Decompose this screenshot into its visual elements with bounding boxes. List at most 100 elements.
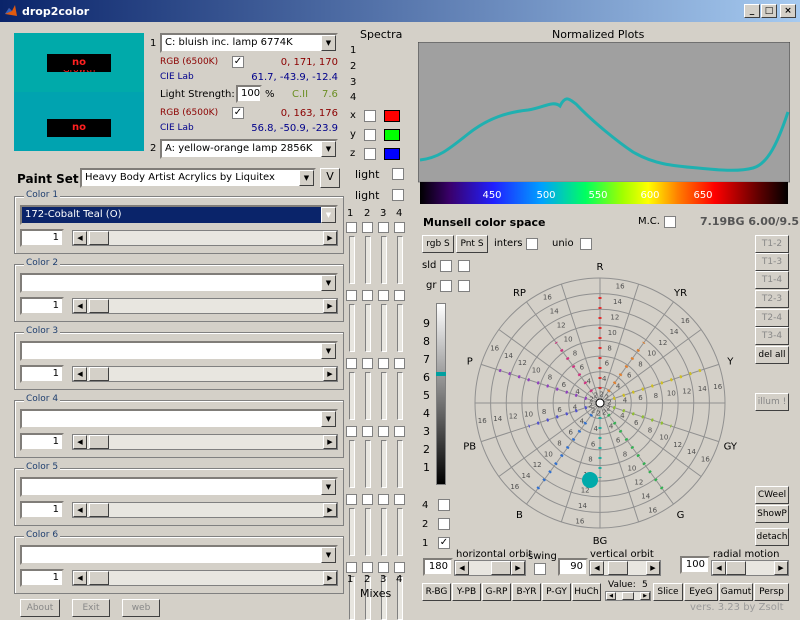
radial-motion-input[interactable]: 100 [680,556,710,574]
rgb-s-button[interactable]: rgb S [422,235,454,253]
v-orbit-input[interactable]: 90 [558,558,588,576]
mode-checkbox-1[interactable]: ✓ [438,537,450,549]
color-select-5[interactable]: ▼ [20,477,338,497]
side-button-cweel[interactable]: CWeel [755,486,789,504]
view-button-b-yr[interactable]: B-YR [512,583,541,601]
left-arrow-icon[interactable]: ◀ [712,561,726,575]
mix-slider-r4-c4[interactable] [397,440,403,488]
left-arrow-icon[interactable]: ◀ [73,435,87,449]
mix-slider-r2-c4[interactable] [397,304,403,352]
view-button-p-gy[interactable]: P-GY [542,583,571,601]
light-strength-input[interactable]: 100 [236,85,262,103]
mix-slider-r4-c3[interactable] [381,440,387,488]
color-select-3[interactable]: ▼ [20,341,338,361]
mix-checkbox-r2-c1[interactable] [346,290,357,301]
mode-checkbox-4[interactable] [438,499,450,511]
mix-checkbox-r5-c1[interactable] [346,494,357,505]
left-arrow-icon[interactable]: ◀ [455,561,469,575]
mix-checkbox-r3-c1[interactable] [346,358,357,369]
left-arrow-icon[interactable]: ◀ [73,231,87,245]
color-amount-slider-1[interactable]: ◀ ▶ [72,230,338,246]
side-button-detach[interactable]: detach [755,528,789,546]
right-arrow-icon[interactable]: ▶ [323,435,337,449]
slider-thumb[interactable] [622,592,634,600]
spectra-light2-checkbox[interactable] [392,189,404,201]
mix-slider-r5-c3[interactable] [381,508,387,556]
paint-set-v-button[interactable]: V [320,168,340,188]
mode-button-gamut[interactable]: Gamut [719,583,753,601]
spectra-x-checkbox[interactable] [364,110,376,122]
mix-slider-r1-c2[interactable] [365,236,371,284]
light1-lamp-select[interactable]: C: bluish inc. lamp 6774K ▼ [160,33,338,53]
side-button-t1-4[interactable]: T1-4 [755,271,789,289]
radial-motion-slider[interactable]: ◀ ▶ [711,560,789,576]
unio-checkbox[interactable] [580,238,592,250]
mix-checkbox-r6-c3[interactable] [378,562,389,573]
mode-button-persp[interactable]: Persp [754,583,789,601]
side-button-del-all[interactable]: del all [755,346,789,364]
mix-slider-r3-c3[interactable] [381,372,387,420]
left-arrow-icon[interactable]: ◀ [606,592,616,600]
mix-checkbox-r2-c2[interactable] [362,290,373,301]
view-button-r-bg[interactable]: R-BG [422,583,451,601]
mix-slider-r4-c2[interactable] [365,440,371,488]
mix-checkbox-r3-c4[interactable] [394,358,405,369]
maximize-button[interactable]: □ [761,4,777,18]
web-button[interactable]: web [122,599,160,617]
mode-button-slice[interactable]: Slice [653,583,683,601]
value-gray-scale[interactable] [436,303,446,485]
slider-thumb[interactable] [89,299,109,313]
mix-checkbox-r3-c2[interactable] [362,358,373,369]
right-arrow-icon[interactable]: ▶ [323,571,337,585]
mix-checkbox-r4-c3[interactable] [378,426,389,437]
mix-slider-r1-c4[interactable] [397,236,403,284]
right-arrow-icon[interactable]: ▶ [323,231,337,245]
mix-slider-r5-c1[interactable] [349,508,355,556]
side-button-t3-4[interactable]: T3-4 [755,327,789,345]
h-orbit-input[interactable]: 180 [423,558,453,576]
pnt-s-button[interactable]: Pnt S [456,235,488,253]
color-amount-1[interactable]: 1 [20,229,64,247]
side-button-showp[interactable]: ShowP [755,505,789,523]
munsell-polar-plot[interactable]: R161412108642YR161412108642Y161412108642… [455,255,745,555]
light2-rgb-checkbox[interactable]: ✓ [232,107,244,119]
color-select-4[interactable]: ▼ [20,409,338,429]
right-arrow-icon[interactable]: ▶ [640,592,650,600]
side-button-t1-2[interactable]: T1-2 [755,235,789,253]
color-amount-3[interactable]: 1 [20,365,64,383]
sld-checkbox-1[interactable] [440,260,452,272]
right-arrow-icon[interactable]: ▶ [323,367,337,381]
mix-slider-r1-c1[interactable] [349,236,355,284]
exit-button[interactable]: Exit [72,599,110,617]
color-select-1[interactable]: 172-Cobalt Teal (O) ▼ [20,205,338,225]
mix-checkbox-r6-c2[interactable] [362,562,373,573]
slider-thumb[interactable] [89,231,109,245]
mix-checkbox-r4-c4[interactable] [394,426,405,437]
side-button-t2-3[interactable]: T2-3 [755,290,789,308]
mix-checkbox-r5-c2[interactable] [362,494,373,505]
mix-checkbox-r6-c1[interactable] [346,562,357,573]
close-button[interactable]: × [780,4,796,18]
color-amount-5[interactable]: 1 [20,501,64,519]
about-button[interactable]: About [20,599,60,617]
color-amount-slider-2[interactable]: ◀ ▶ [72,298,338,314]
color-amount-4[interactable]: 1 [20,433,64,451]
color-amount-slider-4[interactable]: ◀ ▶ [72,434,338,450]
mix-checkbox-r4-c1[interactable] [346,426,357,437]
side-button-illum-[interactable]: illum ! [755,393,789,411]
light2-lamp-select[interactable]: A: yellow-orange lamp 2856K ▼ [160,139,338,159]
swing-checkbox[interactable] [534,563,546,575]
left-arrow-icon[interactable]: ◀ [73,571,87,585]
mix-checkbox-r2-c4[interactable] [394,290,405,301]
mix-checkbox-r1-c1[interactable] [346,222,357,233]
view-button-y-pb[interactable]: Y-PB [452,583,481,601]
mix-checkbox-r4-c2[interactable] [362,426,373,437]
mix-checkbox-r1-c2[interactable] [362,222,373,233]
view-button-g-rp[interactable]: G-RP [482,583,511,601]
title-bar[interactable]: drop2color _ □ × [0,0,800,22]
mc-checkbox[interactable] [664,216,676,228]
side-button-t1-3[interactable]: T1-3 [755,253,789,271]
mode-checkbox-2[interactable] [438,518,450,530]
mix-slider-r1-c3[interactable] [381,236,387,284]
mix-checkbox-r6-c4[interactable] [394,562,405,573]
